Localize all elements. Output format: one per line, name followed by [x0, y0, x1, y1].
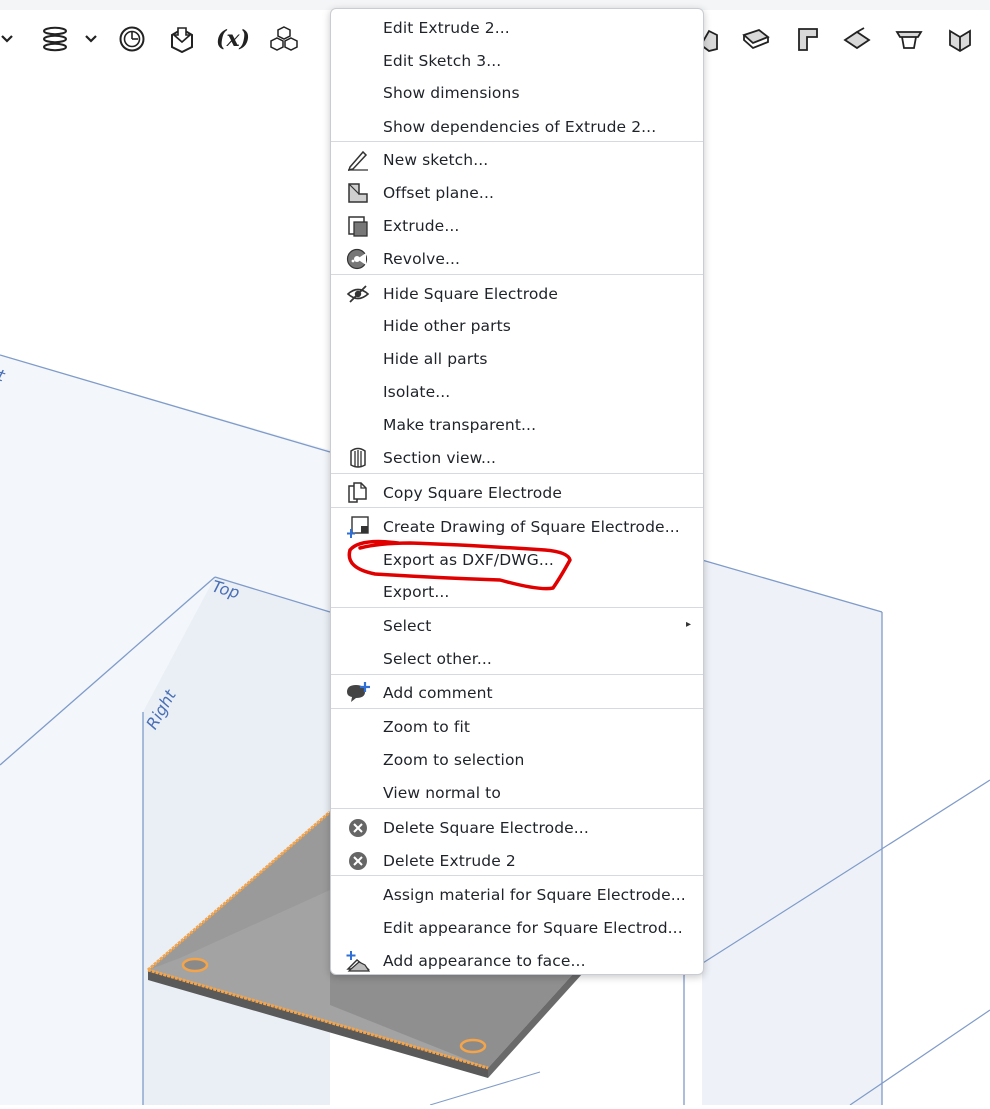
- red-annotation-circle: [347, 539, 572, 591]
